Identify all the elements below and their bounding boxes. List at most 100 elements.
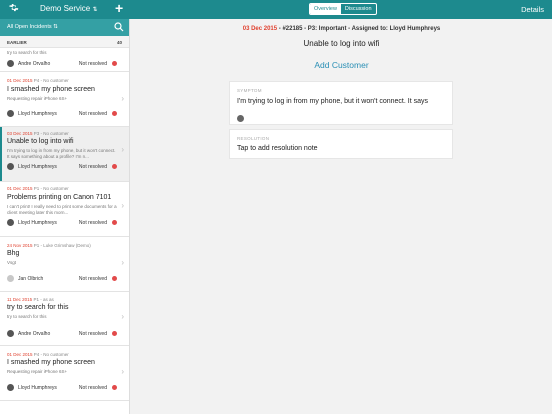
avatar (7, 330, 14, 337)
symptom-card[interactable]: SYMPTOM I'm trying to log in from my pho… (229, 81, 453, 125)
incident-summary: - #22185 - P3: Important - Assigned to: … (277, 26, 441, 32)
avatar (237, 115, 244, 122)
incident-status: Not resolved (78, 61, 107, 67)
incident-description: try to search for this (7, 50, 47, 55)
avatar (7, 384, 14, 391)
incident-description: Requesting repair iPhone 6S+ (7, 369, 68, 374)
incident-date: 11 Dec 2015 (7, 297, 33, 302)
sidebar-header: Demo Service ⇅ + (0, 0, 130, 19)
incident-priority-customer: P4 - No customer (32, 78, 69, 83)
incident-agent: Lloyd Humphreys (18, 220, 57, 226)
filter-bar: All Open Incidents ⇅ (0, 19, 129, 36)
incident-title: Bhg (7, 250, 20, 257)
symptom-caption: SYMPTOM (237, 88, 262, 93)
incident-title: Problems printing on Canon 7101 (7, 194, 112, 201)
incident-title: Unable to log into wifi (7, 138, 74, 145)
incident-detail-panel: 03 Dec 2015 - #22185 - P3: Important - A… (131, 19, 552, 414)
avatar (7, 60, 14, 67)
chevron-right-icon: › (121, 312, 124, 321)
incident-agent: Jan Olbrich (18, 276, 44, 282)
incident-description: try to search for this (7, 314, 47, 319)
chevron-right-icon: › (121, 258, 124, 267)
gear-icon[interactable] (8, 3, 20, 15)
incident-priority-customer: P1 - as as (32, 297, 54, 302)
swap-icon: ⇅ (53, 24, 58, 30)
incident-agent: Lloyd Humphreys (18, 111, 57, 117)
incident-list-item[interactable]: 11 Dec 2015 P1 - as as try to search for… (0, 292, 129, 346)
incident-priority-customer: P4 - No customer (32, 352, 69, 357)
details-button[interactable]: Details (521, 5, 544, 14)
incident-agent: Andre Orvalho (18, 61, 51, 67)
tab-overview[interactable]: Overview (310, 4, 341, 14)
incident-agent: Andre Orvalho (18, 331, 51, 337)
incident-status: Not resolved (78, 276, 107, 282)
incident-date: 03 Dec 2015 (242, 26, 278, 32)
status-dot (112, 164, 117, 169)
chevron-right-icon: › (121, 367, 124, 376)
incident-title: Unable to log into wifi (303, 39, 380, 48)
incident-title: I smashed my phone screen (7, 359, 95, 366)
incident-date: 03 Dec 2015 (7, 131, 33, 136)
incident-header: 03 Dec 2015 - #22185 - P3: Important - A… (131, 26, 552, 32)
status-dot (112, 111, 117, 116)
incident-meta: 11 Dec 2015 P1 - as as (7, 297, 54, 302)
incident-priority-customer: P1 - No customer (32, 186, 69, 191)
chevron-right-icon: › (121, 145, 124, 154)
view-segmented-control: Overview Discussion (309, 3, 377, 15)
incident-status: Not resolved (78, 331, 107, 337)
incident-list-panel: All Open Incidents ⇅ EARLIER 40 try to s… (0, 19, 130, 414)
status-dot (112, 220, 117, 225)
incident-date: 01 Dec 2015 (7, 186, 33, 191)
avatar (7, 110, 14, 117)
top-bar: Demo Service ⇅ + Overview Discussion Det… (0, 0, 552, 19)
add-customer-button[interactable]: Add Customer (131, 60, 552, 70)
incident-description: Vsgt (7, 260, 17, 265)
incident-status: Not resolved (78, 220, 107, 226)
service-selector[interactable]: Demo Service ⇅ (40, 4, 98, 13)
incident-status: Not resolved (78, 111, 107, 117)
status-dot (112, 385, 117, 390)
incident-date: 01 Dec 2015 (7, 352, 33, 357)
search-icon[interactable] (114, 22, 124, 32)
incident-title: I smashed my phone screen (7, 86, 95, 93)
incident-date: 24 Nov 2015 (7, 243, 33, 248)
incident-list-item[interactable]: 01 Dec 2015 P4 - No customer I smashed m… (0, 72, 129, 127)
incident-meta: 01 Dec 2015 P1 - No customer (7, 186, 69, 191)
incident-description: I can't print! I really need to print so… (7, 204, 117, 215)
incident-list-item-selected[interactable]: 03 Dec 2015 P3 - No customer Unable to l… (0, 127, 129, 182)
resolution-card[interactable]: RESOLUTION Tap to add resolution note (229, 129, 453, 159)
avatar (7, 163, 14, 170)
incident-title: try to search for this (7, 304, 69, 311)
incident-list-item[interactable]: 24 Nov 2015 P1 - Luke Grimshaw (Demo) Bh… (0, 237, 129, 292)
incident-description: I'm trying to log in from my phone, but … (7, 148, 116, 159)
status-dot (112, 61, 117, 66)
incident-list-item[interactable]: 01 Dec 2015 P1 - No customer Problems pr… (0, 182, 129, 237)
incident-status: Not resolved (78, 385, 107, 391)
incident-list-item[interactable]: 01 Dec 2015 P4 - No customer I smashed m… (0, 346, 129, 401)
add-incident-button[interactable]: + (115, 1, 123, 15)
incident-date: 01 Dec 2015 (7, 78, 33, 83)
resolution-note-placeholder: Tap to add resolution note (237, 145, 318, 152)
swap-icon: ⇅ (92, 7, 98, 13)
avatar (7, 219, 14, 226)
chevron-right-icon: › (121, 201, 124, 210)
incident-agent: Lloyd Humphreys (18, 164, 57, 170)
incident-list-item[interactable]: try to search for this Andre Orvalho Not… (0, 48, 129, 72)
incident-priority-customer: P1 - Luke Grimshaw (Demo) (32, 243, 91, 248)
resolution-caption: RESOLUTION (237, 136, 270, 141)
service-label: Demo Service (40, 4, 91, 13)
status-dot (112, 331, 117, 336)
incident-meta: 01 Dec 2015 P4 - No customer (7, 352, 69, 357)
avatar (7, 275, 14, 282)
incident-priority-customer: P3 - No customer (32, 131, 69, 136)
incident-status: Not resolved (78, 164, 107, 170)
incident-agent: Lloyd Humphreys (18, 385, 57, 391)
status-dot (112, 276, 117, 281)
incident-meta: 03 Dec 2015 P3 - No customer (7, 131, 69, 136)
section-count: 40 (116, 40, 122, 45)
filter-selector[interactable]: All Open Incidents ⇅ (7, 24, 58, 30)
incident-description: Requesting repair iPhone 6S+ (7, 96, 68, 101)
incident-meta: 01 Dec 2015 P4 - No customer (7, 78, 69, 83)
tab-discussion[interactable]: Discussion (341, 4, 376, 14)
symptom-text: I'm trying to log in from my phone, but … (237, 98, 428, 105)
